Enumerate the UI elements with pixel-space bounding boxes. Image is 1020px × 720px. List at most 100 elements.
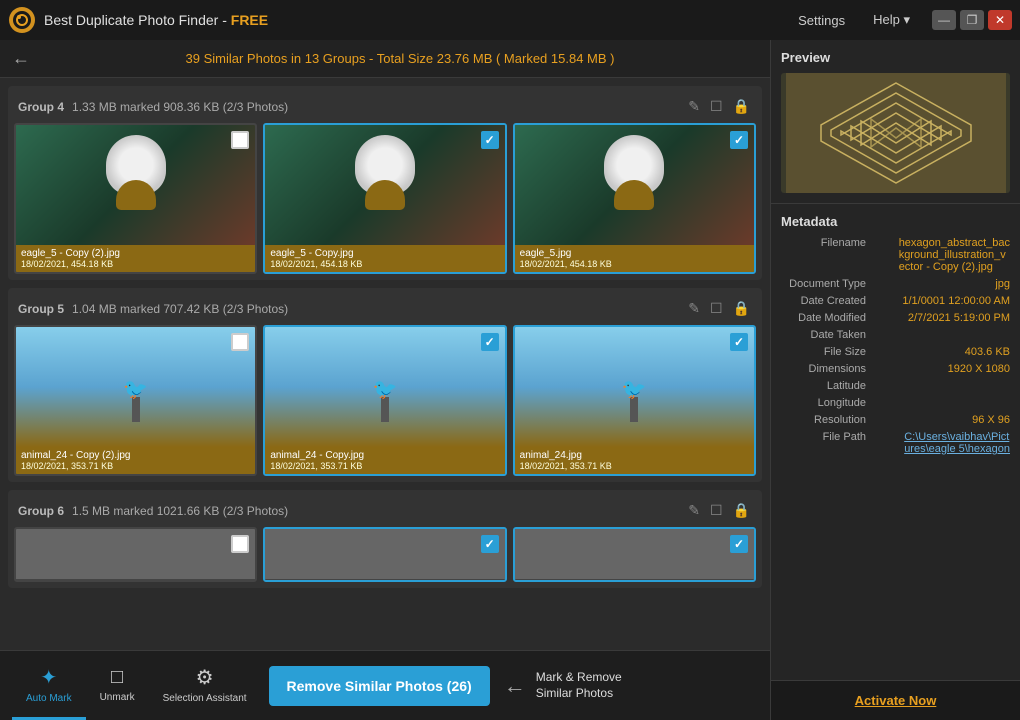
photo-card[interactable] [14, 527, 257, 582]
group4-checkbox-button[interactable]: ☐ [708, 96, 725, 117]
seagull-image-3 [515, 327, 754, 447]
photo-card[interactable]: animal_24 - Copy (2).jpg 18/02/2021, 353… [14, 325, 257, 476]
group-container-5: Group 5 1.04 MB marked 707.42 KB (2/3 Ph… [8, 288, 762, 482]
group6-checkbox-button[interactable]: ☐ [708, 500, 725, 521]
group6-lock-button[interactable]: 🔒 [731, 500, 752, 521]
group4-edit-button[interactable]: ✎ [686, 96, 702, 117]
group5-edit-button[interactable]: ✎ [686, 298, 702, 319]
photo-checkbox[interactable] [481, 333, 499, 351]
photo-meta: 18/02/2021, 353.71 KB [21, 461, 250, 471]
groups-area[interactable]: Group 4 1.33 MB marked 908.36 KB (2/3 Ph… [0, 78, 770, 650]
photo-card[interactable]: animal_24.jpg 18/02/2021, 353.71 KB [513, 325, 756, 476]
photo-checkbox-1[interactable] [231, 131, 249, 149]
metadata-section: Metadata Filename hexagon_abstract_backg… [771, 204, 1020, 680]
photo-card[interactable] [513, 527, 756, 582]
group6-photos-row [14, 527, 756, 582]
meta-key-resolution: Resolution [781, 414, 866, 426]
remove-similar-photos-button[interactable]: Remove Similar Photos (26) [269, 666, 490, 706]
placeholder-image [265, 529, 504, 579]
activate-bar: Activate Now [771, 680, 1020, 720]
settings-button[interactable]: Settings [792, 9, 851, 32]
preview-section: Preview [771, 40, 1020, 204]
help-chevron-icon: ▾ [903, 12, 910, 27]
photo-meta-3: 18/02/2021, 454.18 KB [520, 259, 749, 269]
help-label: Help [873, 12, 900, 27]
group5-checkbox-button[interactable]: ☐ [708, 298, 725, 319]
unmark-toolbar-item[interactable]: □ Unmark [86, 651, 149, 720]
photo-card[interactable]: animal_24 - Copy.jpg 18/02/2021, 353.71 … [263, 325, 506, 476]
meta-row-dimensions: Dimensions 1920 X 1080 [781, 363, 1010, 375]
photo-card[interactable]: eagle_5 - Copy.jpg 18/02/2021, 454.18 KB [263, 123, 506, 274]
photo-meta: 18/02/2021, 353.71 KB [520, 461, 749, 471]
app-logo-icon [8, 6, 36, 34]
meta-key-filename: Filename [781, 237, 866, 273]
group6-edit-button[interactable]: ✎ [686, 500, 702, 521]
placeholder-visual [265, 529, 504, 579]
hexagon-preview-svg [786, 73, 1006, 193]
meta-key-dimensions: Dimensions [781, 363, 866, 375]
photo-name-1: eagle_5 - Copy (2).jpg [21, 248, 250, 259]
photo-checkbox[interactable] [730, 535, 748, 553]
group4-actions: ✎ ☐ 🔒 [686, 96, 752, 117]
meta-row-longitude: Longitude [781, 397, 1010, 409]
placeholder-image [515, 529, 754, 579]
free-label: FREE [231, 12, 268, 28]
auto-mark-label: Auto Mark [26, 693, 72, 704]
photo-name-2: eagle_5 - Copy.jpg [270, 248, 499, 259]
back-button[interactable]: ← [12, 48, 30, 69]
meta-key-doctype: Document Type [781, 278, 866, 290]
placeholder-image [16, 529, 255, 579]
photo-checkbox[interactable] [231, 535, 249, 553]
meta-val-doctype: jpg [995, 278, 1010, 290]
photo-checkbox-3[interactable] [730, 131, 748, 149]
meta-val-filesize: 403.6 KB [965, 346, 1010, 358]
photo-info: animal_24.jpg 18/02/2021, 353.71 KB [515, 447, 754, 474]
photo-checkbox-2[interactable] [481, 131, 499, 149]
group6-name: Group 6 [18, 504, 64, 518]
group5-stats: 1.04 MB marked 707.42 KB (2/3 Photos) [72, 302, 686, 316]
close-button[interactable]: ✕ [988, 10, 1012, 30]
meta-row-doctype: Document Type jpg [781, 278, 1010, 290]
selection-assistant-icon: ⚙ [196, 665, 214, 690]
photo-checkbox[interactable] [481, 535, 499, 553]
group5-name: Group 5 [18, 302, 64, 316]
checkbox-checked [481, 333, 499, 351]
help-button[interactable]: Help ▾ [867, 8, 916, 32]
group4-lock-button[interactable]: 🔒 [731, 96, 752, 117]
placeholder-visual [515, 529, 754, 579]
placeholder-visual [16, 529, 255, 579]
group-container-4: Group 4 1.33 MB marked 908.36 KB (2/3 Ph… [8, 86, 762, 280]
meta-key-latitude: Latitude [781, 380, 866, 392]
auto-mark-toolbar-item[interactable]: ✦ Auto Mark [12, 651, 86, 720]
arrow-icon: ← [504, 673, 526, 699]
checkbox-checked [730, 535, 748, 553]
photo-checkbox[interactable] [231, 333, 249, 351]
group-container-6: Group 6 1.5 MB marked 1021.66 KB (2/3 Ph… [8, 490, 762, 588]
seagull-image-1 [16, 327, 255, 447]
title-left: Best Duplicate Photo Finder - FREE [8, 6, 268, 34]
activate-now-button[interactable]: Activate Now [855, 693, 937, 708]
meta-row-datecreated: Date Created 1/1/0001 12:00:00 AM [781, 295, 1010, 307]
selection-assistant-label: Selection Assistant [163, 693, 247, 704]
group4-photos-row: eagle_5 - Copy (2).jpg 18/02/2021, 454.1… [14, 123, 756, 274]
photo-info: animal_24 - Copy (2).jpg 18/02/2021, 353… [16, 447, 255, 474]
meta-key-datemodified: Date Modified [781, 312, 866, 324]
meta-val-filepath[interactable]: C:\Users\vaibhav\Pictures\eagle 5\hexago… [904, 431, 1010, 455]
photo-card[interactable]: eagle_5.jpg 18/02/2021, 454.18 KB [513, 123, 756, 274]
photo-card[interactable]: eagle_5 - Copy (2).jpg 18/02/2021, 454.1… [14, 123, 257, 274]
photo-card[interactable] [263, 527, 506, 582]
checkbox-unchecked [231, 333, 249, 351]
minimize-button[interactable]: — [932, 10, 956, 30]
photo-name: animal_24.jpg [520, 450, 749, 461]
group5-lock-button[interactable]: 🔒 [731, 298, 752, 319]
bottom-toolbar: ✦ Auto Mark □ Unmark ⚙ Selection Assista… [0, 650, 770, 720]
unmark-label: Unmark [100, 692, 135, 703]
eagle-image-3 [515, 125, 754, 245]
meta-key-datecreated: Date Created [781, 295, 866, 307]
maximize-button[interactable]: ❐ [960, 10, 984, 30]
left-panel: ← 39 Similar Photos in 13 Groups - Total… [0, 40, 770, 720]
checkbox-checked [481, 535, 499, 553]
photo-checkbox[interactable] [730, 333, 748, 351]
eagle-image-1 [16, 125, 255, 245]
selection-assistant-toolbar-item[interactable]: ⚙ Selection Assistant [149, 651, 261, 720]
